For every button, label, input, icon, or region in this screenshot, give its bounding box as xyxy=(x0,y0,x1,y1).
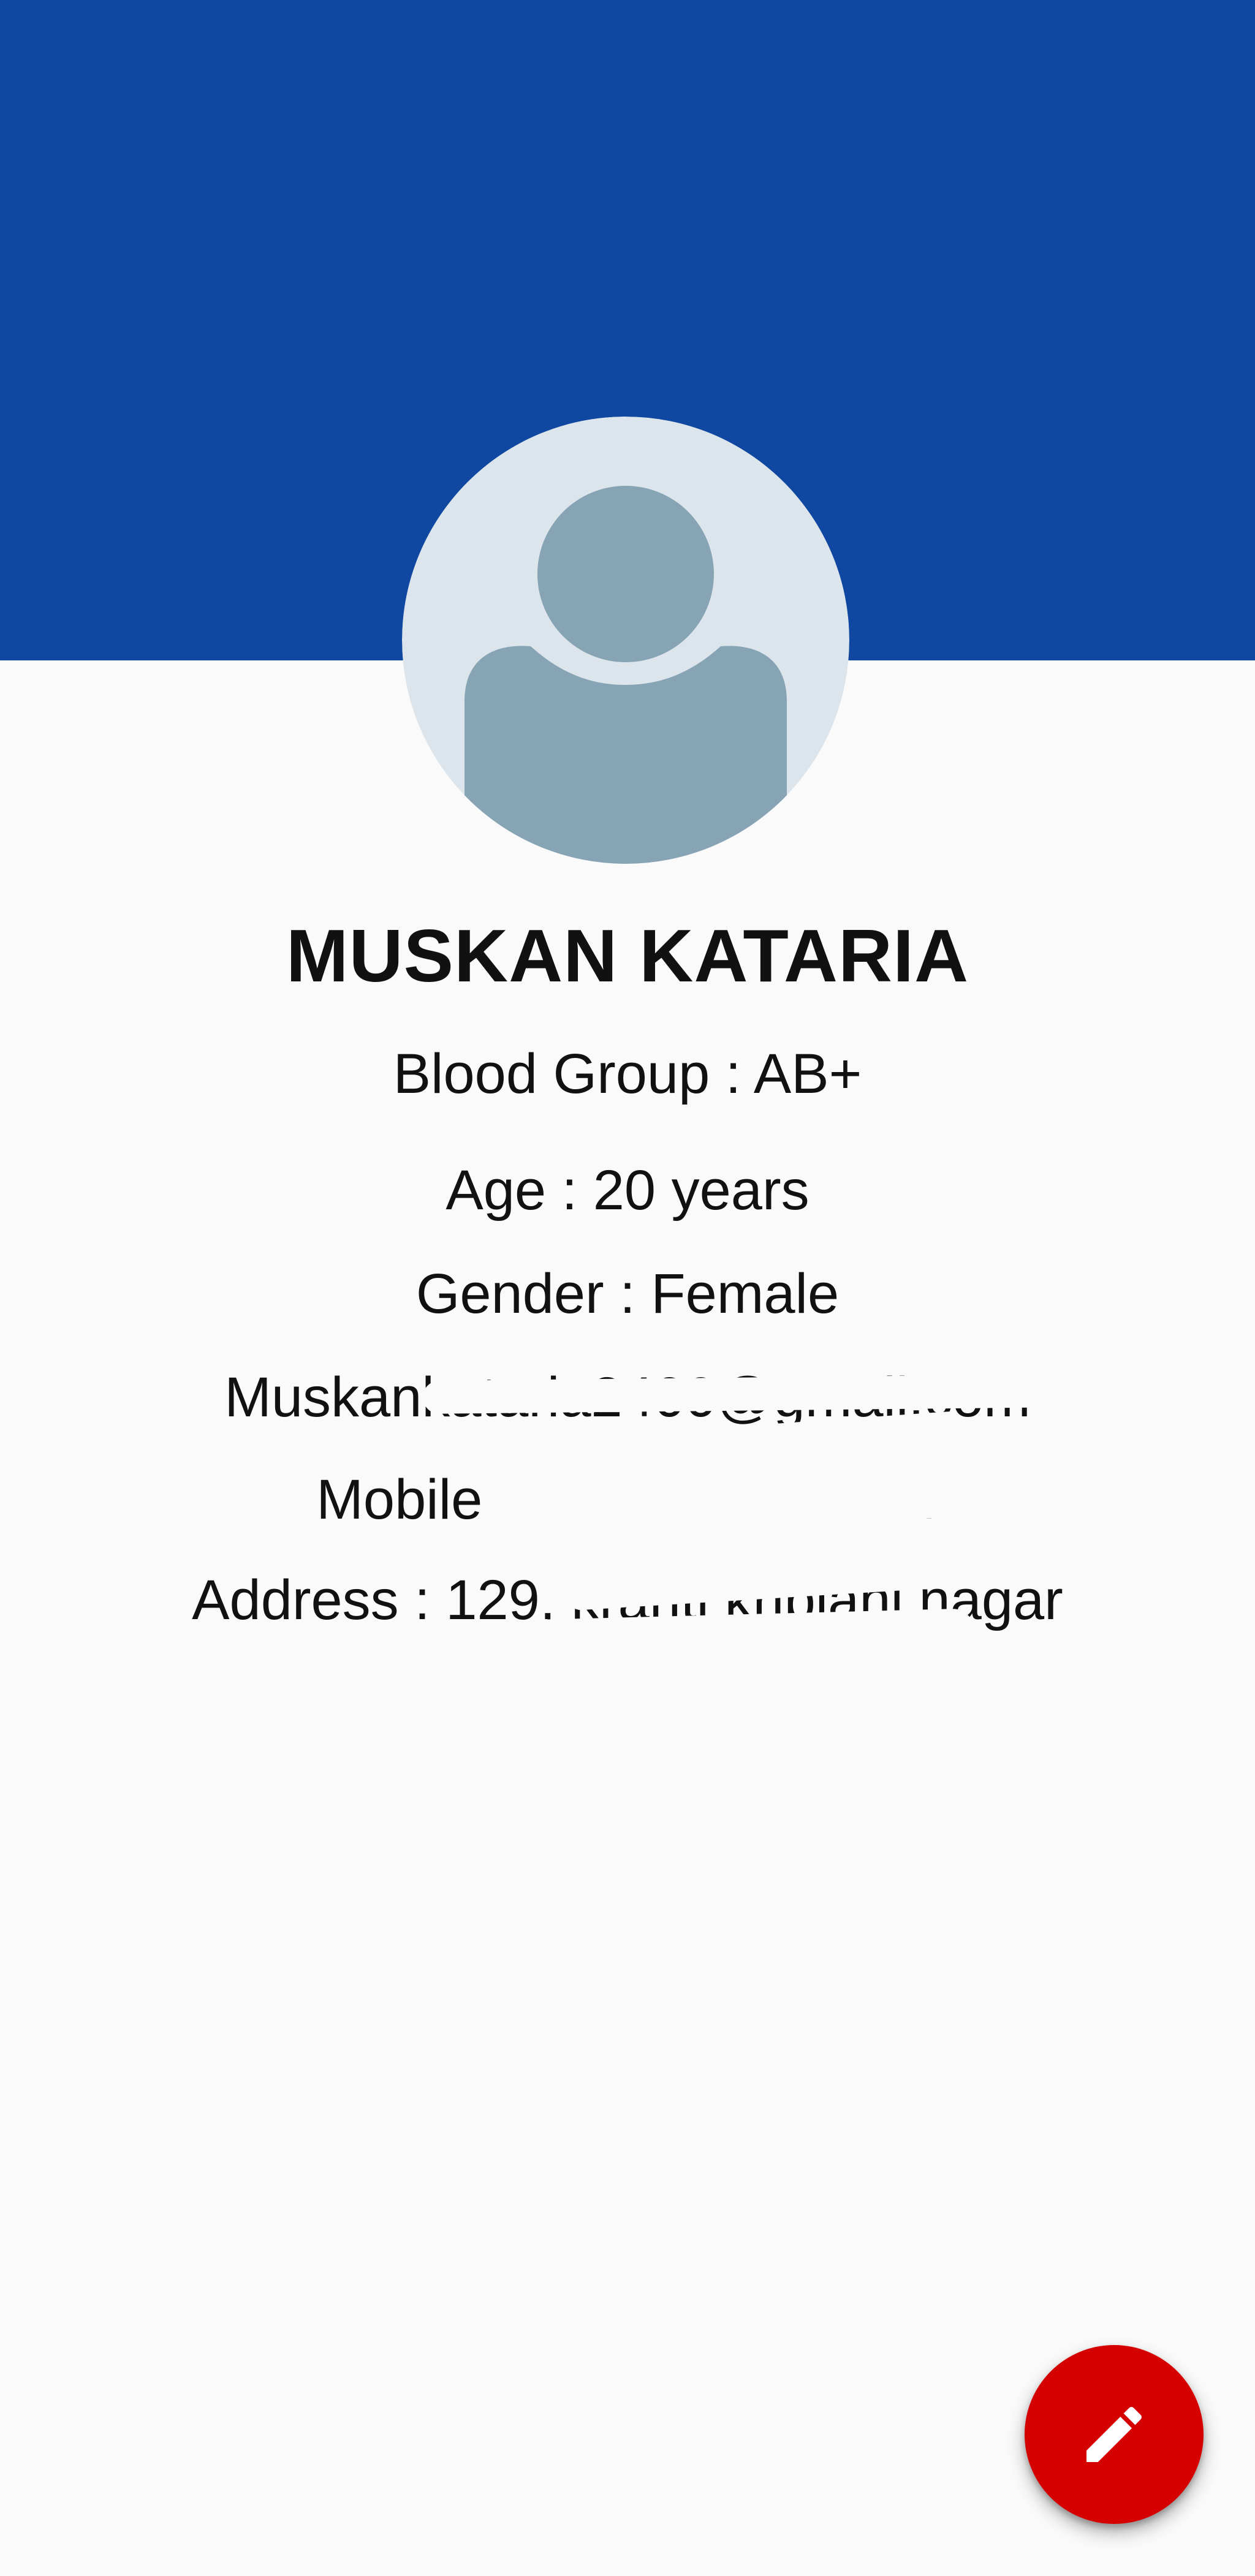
pencil-edit-icon xyxy=(1086,2406,1142,2462)
edit-profile-button[interactable] xyxy=(1025,2345,1204,2524)
age-text: Age : 20 years xyxy=(446,1159,809,1222)
avatar xyxy=(402,417,849,864)
redaction-mark xyxy=(318,1650,981,1703)
default-user-avatar-icon xyxy=(402,417,849,864)
profile-name: MUSKAN KATARIA xyxy=(286,914,969,997)
gender-text: Gender : Female xyxy=(415,1263,840,1325)
redaction-mark xyxy=(483,1471,993,1527)
blood-group-text: Blood Group : AB+ xyxy=(393,1043,862,1105)
